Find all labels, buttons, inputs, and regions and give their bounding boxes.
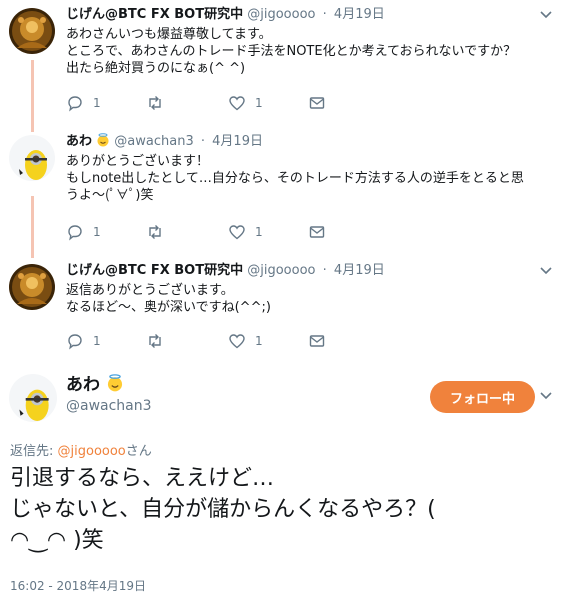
heart-icon bbox=[229, 334, 245, 349]
tweet-actions: 1 1 bbox=[66, 332, 466, 352]
avatar-awa-main[interactable] bbox=[9, 374, 57, 422]
display-name[interactable]: あわ bbox=[66, 134, 92, 149]
avatar-jigen[interactable] bbox=[9, 264, 55, 310]
reply-mention-link[interactable]: @jigooooo bbox=[58, 444, 126, 459]
tweet-actions: 1 1 bbox=[66, 94, 466, 114]
tweet-date[interactable]: 4月19日 bbox=[334, 263, 385, 278]
tweet-actions: 1 1 bbox=[66, 223, 466, 243]
tweet-line: もしnote出したとして…自分なら、そのトレード方法する人の逆手をとると思 bbox=[66, 171, 524, 186]
reply-count: 1 bbox=[93, 225, 101, 239]
tweet-date[interactable]: 4月19日 bbox=[334, 7, 385, 22]
tweet-line: ありがとうございます！ bbox=[66, 154, 210, 169]
retweet-button[interactable] bbox=[146, 94, 173, 112]
tweet-timestamp[interactable]: 16:02 - 2018年4月19日 bbox=[10, 577, 146, 594]
reply-count: 1 bbox=[93, 334, 101, 348]
chevron-down-icon[interactable] bbox=[539, 264, 553, 278]
mail-icon bbox=[309, 335, 325, 347]
heart-icon bbox=[229, 225, 245, 240]
tweet-line: 返信ありがとうございます。 bbox=[66, 283, 234, 298]
like-button[interactable]: 1 bbox=[228, 94, 263, 112]
retweet-icon bbox=[149, 96, 161, 110]
reply-button[interactable]: 1 bbox=[66, 332, 101, 350]
mail-icon bbox=[309, 226, 325, 238]
tweet-2[interactable]: あわ @awachan3 · 4月19日 ありがとうございます！ もしnote出… bbox=[0, 133, 565, 251]
dm-button[interactable] bbox=[308, 94, 326, 112]
tweet-line: なるほど〜、奥が深いですね(^^;) bbox=[66, 300, 271, 315]
tweet-header: あわ @awachan3 · 4月19日 bbox=[66, 133, 263, 149]
retweet-icon bbox=[149, 225, 161, 239]
tweet-header: じげん@BTC FX BOT研究中 @jigooooo · 4月19日 bbox=[66, 7, 385, 22]
like-count: 1 bbox=[255, 334, 263, 348]
reply-icon bbox=[68, 334, 82, 350]
halo-smile-emoji bbox=[107, 374, 122, 392]
main-tweet-line: ◠‿◠ )笑 bbox=[10, 528, 104, 553]
display-name[interactable]: じげん@BTC FX BOT研究中 bbox=[66, 7, 243, 22]
main-display-name[interactable]: あわ bbox=[66, 374, 124, 396]
reply-suffix: さん bbox=[125, 444, 152, 459]
reply-icon bbox=[68, 96, 82, 112]
reply-prefix: 返信先: bbox=[10, 444, 58, 459]
main-name-text: あわ bbox=[66, 375, 100, 395]
halo-smile-emoji bbox=[97, 133, 109, 147]
reply-button[interactable]: 1 bbox=[66, 223, 101, 241]
mail-icon bbox=[309, 97, 325, 109]
tweet-date[interactable]: 4月19日 bbox=[212, 134, 263, 149]
tweet-text: あわさんいつも爆益尊敬してます。 ところで、あわさんのトレード手法をNOTE化と… bbox=[66, 26, 554, 77]
user-handle[interactable]: @awachan3 bbox=[114, 134, 193, 149]
avatar-awa[interactable] bbox=[9, 135, 55, 181]
reply-icon bbox=[68, 225, 82, 241]
tweet-text: 返信ありがとうございます。 なるほど〜、奥が深いですね(^^;) bbox=[66, 282, 554, 316]
chevron-down-icon[interactable] bbox=[539, 8, 553, 22]
like-button[interactable]: 1 bbox=[228, 332, 263, 350]
tweet-line: うよ〜(ﾟ∀ﾟ)笑 bbox=[66, 188, 154, 203]
reply-button[interactable]: 1 bbox=[66, 94, 101, 112]
like-button[interactable]: 1 bbox=[228, 223, 263, 241]
tweet-line: ところで、あわさんのトレード手法をNOTE化とか考えておられないですか？ bbox=[66, 44, 517, 59]
following-button[interactable]: フォロー中 bbox=[430, 381, 535, 413]
tweet-text: ありがとうございます！ もしnote出したとして…自分なら、そのトレード方法する… bbox=[66, 153, 554, 204]
tweet-line: あわさんいつも爆益尊敬してます。 bbox=[66, 27, 272, 42]
tweet-3[interactable]: じげん@BTC FX BOT研究中 @jigooooo · 4月19日 返信あり… bbox=[0, 262, 565, 362]
like-count: 1 bbox=[255, 96, 263, 110]
tweet-1[interactable]: じげん@BTC FX BOT研究中 @jigooooo · 4月19日 あわさん… bbox=[0, 6, 565, 128]
like-count: 1 bbox=[255, 225, 263, 239]
main-user-handle[interactable]: @awachan3 bbox=[66, 398, 152, 414]
heart-icon bbox=[229, 96, 245, 111]
tweet-line: 出たら絶対買うのになぁ(^ ^) bbox=[66, 61, 246, 76]
dm-button[interactable] bbox=[308, 332, 326, 350]
user-handle[interactable]: @jigooooo bbox=[247, 7, 315, 22]
main-tweet-line: じゃないと、自分が儲からんくなるやろ？( bbox=[10, 497, 436, 522]
reply-count: 1 bbox=[93, 96, 101, 110]
chevron-down-icon[interactable] bbox=[539, 389, 553, 403]
retweet-icon bbox=[149, 334, 161, 348]
display-name[interactable]: じげん@BTC FX BOT研究中 bbox=[66, 263, 243, 278]
user-handle[interactable]: @jigooooo bbox=[247, 263, 315, 278]
main-tweet-line: 引退するなら、ええけど… bbox=[10, 466, 275, 491]
dm-button[interactable] bbox=[308, 223, 326, 241]
replying-to: 返信先: @jigoooooさん bbox=[10, 440, 152, 459]
retweet-button[interactable] bbox=[146, 332, 173, 350]
main-tweet-text: 引退するなら、ええけど… じゃないと、自分が儲からんくなるやろ？( ◠‿◠ )笑 bbox=[10, 463, 555, 556]
tweet-header: じげん@BTC FX BOT研究中 @jigooooo · 4月19日 bbox=[66, 263, 385, 278]
avatar-jigen[interactable] bbox=[9, 8, 55, 54]
retweet-button[interactable] bbox=[146, 223, 173, 241]
